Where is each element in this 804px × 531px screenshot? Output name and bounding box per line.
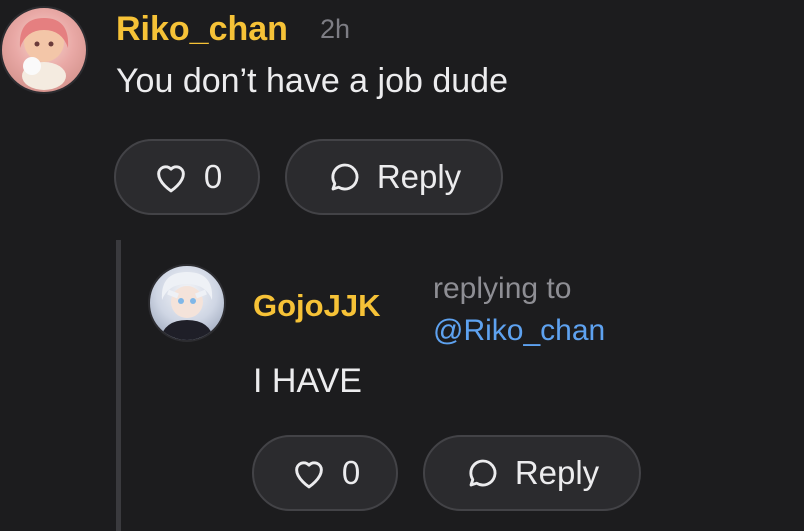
like-count: 0: [203, 158, 223, 195]
comment-username[interactable]: Riko_chan: [116, 10, 288, 49]
replying-to: replying to @Riko_chan: [433, 268, 605, 352]
reply-label: Reply: [514, 454, 600, 491]
like-count: 0: [341, 454, 361, 491]
reply-label: Reply: [376, 158, 462, 195]
comment-timestamp: 2h: [320, 14, 351, 44]
reply-button[interactable]: Reply: [285, 139, 503, 215]
mention-link[interactable]: @Riko_chan: [433, 310, 605, 352]
like-button[interactable]: 0: [252, 435, 398, 511]
like-button[interactable]: 0: [114, 139, 260, 215]
avatar-image: [160, 272, 214, 340]
avatar[interactable]: [148, 264, 226, 342]
speech-bubble-icon: [327, 159, 363, 195]
comment-body: You don’t have a job dude: [116, 62, 508, 100]
reply-username[interactable]: GojoJJK: [253, 288, 380, 324]
replying-to-label: replying to: [433, 272, 572, 305]
reply-body: I HAVE: [253, 362, 362, 400]
avatar[interactable]: [0, 6, 88, 94]
speech-bubble-icon: [465, 455, 501, 491]
reply-button[interactable]: Reply: [423, 435, 641, 511]
heart-icon: [152, 160, 190, 194]
thread-line: [116, 240, 121, 531]
avatar-image: [19, 18, 69, 90]
heart-icon: [290, 456, 328, 490]
